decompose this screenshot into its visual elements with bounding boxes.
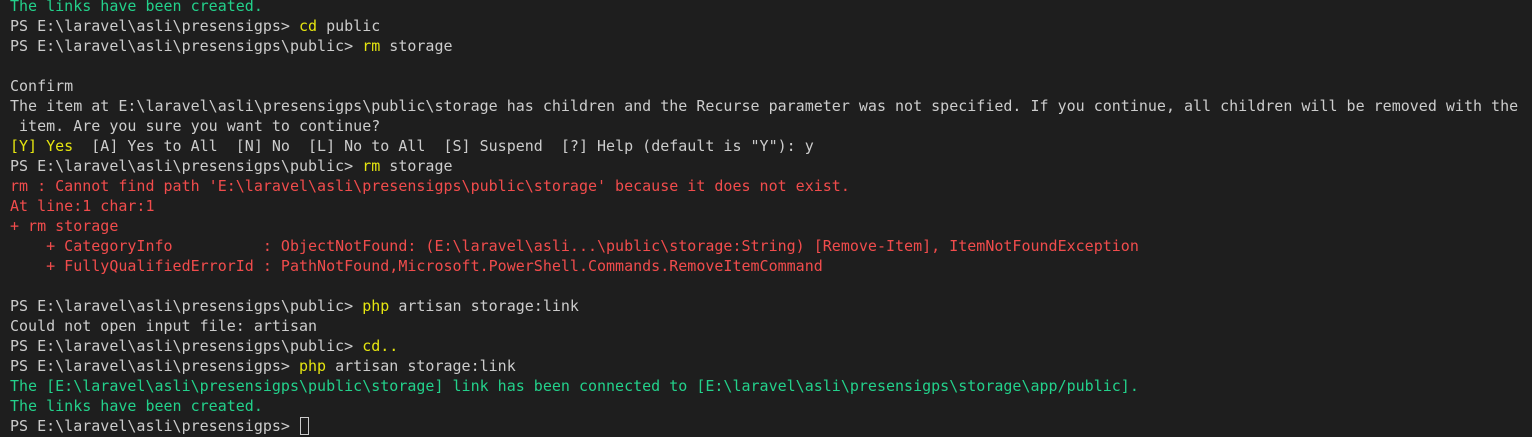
terminal-line: The [E:\laravel\asli\presensigps\public\… xyxy=(10,376,1528,396)
terminal-text-segment: [Y] Yes xyxy=(10,137,74,155)
terminal-text-segment: public xyxy=(317,17,381,35)
terminal-text-segment: + CategoryInfo : ObjectNotFound: (E:\lar… xyxy=(10,237,1139,255)
terminal-text-segment: rm : Cannot find path 'E:\laravel\asli\p… xyxy=(10,177,850,195)
terminal-line: The item at E:\laravel\asli\presensigps\… xyxy=(10,96,1528,116)
terminal-text-segment: [A] Yes to All [N] No [L] No to All [S] … xyxy=(73,137,814,155)
terminal-text-segment: At line:1 char:1 xyxy=(10,197,155,215)
terminal-text-segment: php xyxy=(362,297,390,315)
terminal-line: [Y] Yes [A] Yes to All [N] No [L] No to … xyxy=(10,136,1528,156)
terminal-text-segment: artisan storage:link xyxy=(326,357,516,375)
terminal-line: + CategoryInfo : ObjectNotFound: (E:\lar… xyxy=(10,236,1528,256)
terminal-text-segment: PS E:\laravel\asli\presensigps\public> xyxy=(10,157,363,175)
terminal-text-segment: The links have been created. xyxy=(10,0,263,15)
terminal-line: + FullyQualifiedErrorId : PathNotFound,M… xyxy=(10,256,1528,276)
terminal-line: Could not open input file: artisan xyxy=(10,316,1528,336)
terminal-text-segment: PS E:\laravel\asli\presensigps> xyxy=(10,357,299,375)
terminal-text-segment: cd.. xyxy=(362,337,399,355)
terminal-text-segment: + rm storage xyxy=(10,217,119,235)
terminal-text-segment: PS E:\laravel\asli\presensigps\public> xyxy=(10,337,363,355)
terminal-text-segment: item. Are you sure you want to continue? xyxy=(10,117,381,135)
terminal-text-segment: artisan storage:link xyxy=(389,297,579,315)
text-cursor[interactable] xyxy=(299,417,309,435)
terminal-text-segment: Confirm xyxy=(10,77,74,95)
terminal-line: Confirm xyxy=(10,76,1528,96)
terminal-text-segment: PS E:\laravel\asli\presensigps\public> xyxy=(10,297,363,315)
terminal-line: item. Are you sure you want to continue? xyxy=(10,116,1528,136)
terminal-line: At line:1 char:1 xyxy=(10,196,1528,216)
terminal-line: + rm storage xyxy=(10,216,1528,236)
terminal-line: PS E:\laravel\asli\presensigps> xyxy=(10,416,1528,436)
terminal-text-segment: + FullyQualifiedErrorId : PathNotFound,M… xyxy=(10,257,823,275)
terminal-line: PS E:\laravel\asli\presensigps\public> c… xyxy=(10,336,1528,356)
terminal-text-segment: storage xyxy=(380,157,453,175)
terminal-text-segment: cd xyxy=(298,17,318,35)
terminal-line: The links have been created. xyxy=(10,396,1528,416)
terminal-text-segment: The item at E:\laravel\asli\presensigps\… xyxy=(10,97,1519,115)
terminal-line: PS E:\laravel\asli\presensigps\public> r… xyxy=(10,36,1528,56)
terminal-text-segment: rm xyxy=(362,37,381,55)
terminal-text-segment: PS E:\laravel\asli\presensigps> xyxy=(10,17,299,35)
terminal-line: PS E:\laravel\asli\presensigps> cd publi… xyxy=(10,16,1528,36)
terminal-line: The links have been created. xyxy=(10,0,1528,16)
terminal-text-segment: The [E:\laravel\asli\presensigps\public\… xyxy=(10,377,1139,395)
terminal-output[interactable]: The links have been created. PS E:\larave… xyxy=(10,0,1528,436)
terminal-text-segment: Could not open input file: artisan xyxy=(10,317,318,335)
terminal-text-segment: storage xyxy=(380,37,453,55)
terminal-line: rm : Cannot find path 'E:\laravel\asli\p… xyxy=(10,176,1528,196)
terminal-text-segment: PS E:\laravel\asli\presensigps\public> xyxy=(10,37,363,55)
terminal-text-segment: The links have been created. xyxy=(10,397,263,415)
terminal-text-segment: PS E:\laravel\asli\presensigps> xyxy=(10,417,299,435)
terminal-line: PS E:\laravel\asli\presensigps> php arti… xyxy=(10,356,1528,376)
terminal-line: PS E:\laravel\asli\presensigps\public> p… xyxy=(10,296,1528,316)
terminal-text-segment: php xyxy=(298,357,327,375)
terminal-line: PS E:\laravel\asli\presensigps\public> r… xyxy=(10,156,1528,176)
terminal-text-segment: rm xyxy=(362,157,381,175)
